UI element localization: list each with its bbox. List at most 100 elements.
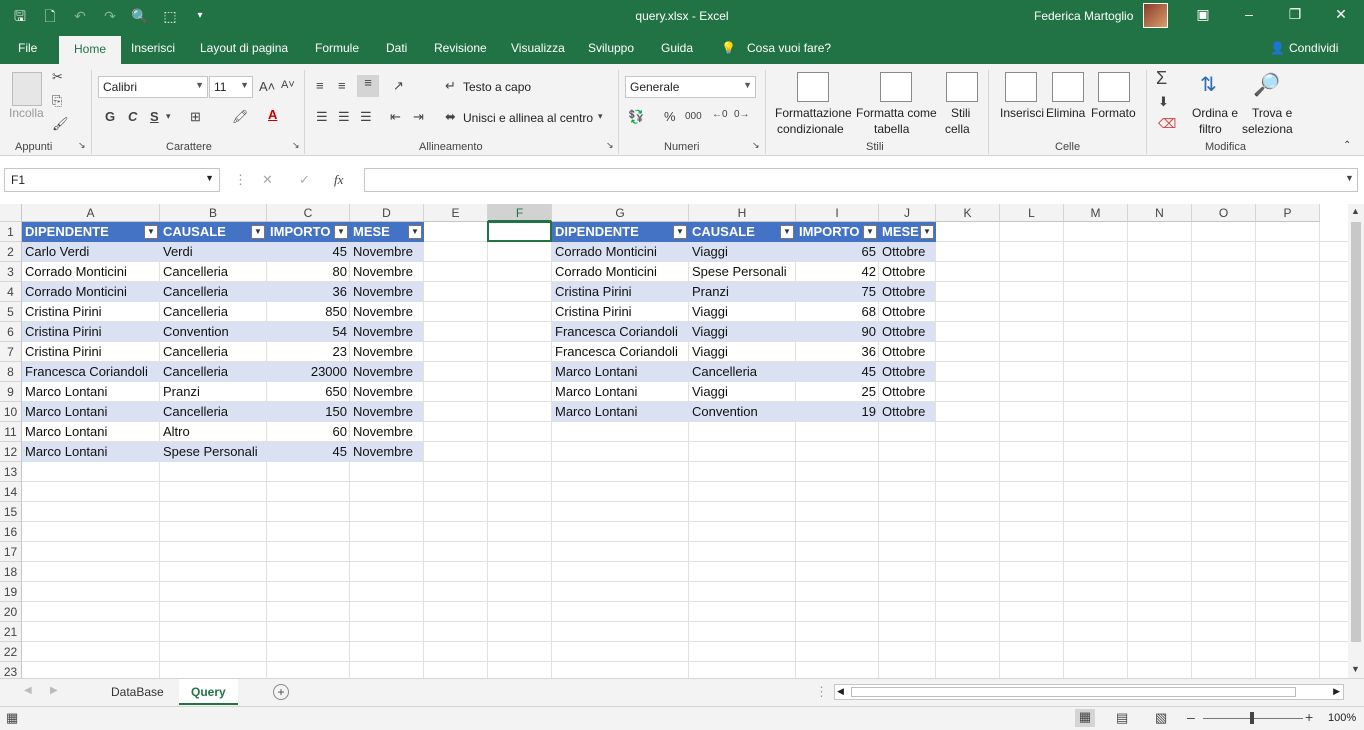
prev-sheet-icon[interactable]: ◀ <box>24 685 32 696</box>
collapse-ribbon-icon[interactable]: ⌃ <box>1343 140 1351 151</box>
table-cell[interactable]: 80 <box>267 262 350 282</box>
table-cell[interactable]: Novembre <box>350 322 424 342</box>
tab-file[interactable]: File <box>18 41 37 55</box>
table-cell[interactable]: Novembre <box>350 402 424 422</box>
copy-icon[interactable]: ⎘ <box>52 93 62 109</box>
row-header-19[interactable]: 19 <box>0 582 22 602</box>
font-color-icon[interactable]: A <box>268 107 277 122</box>
decrease-font-icon[interactable]: A˅ <box>281 79 295 91</box>
align-right-icon[interactable]: ☰ <box>360 109 372 125</box>
table-cell[interactable]: 150 <box>267 402 350 422</box>
table-cell[interactable]: Ottobre <box>879 402 936 422</box>
column-header-n[interactable]: N <box>1128 204 1192 222</box>
conditional-formatting-label-1[interactable]: Formattazione <box>775 106 852 120</box>
table-cell[interactable]: Ottobre <box>879 302 936 322</box>
merge-center-icon[interactable]: ⬌ <box>445 109 456 125</box>
row-header-12[interactable]: 12 <box>0 442 22 462</box>
borders-icon[interactable]: ⊞ <box>190 109 201 125</box>
row-header-20[interactable]: 20 <box>0 602 22 622</box>
sheet-tab-query[interactable]: Query <box>179 679 238 705</box>
vertical-scrollbar[interactable]: ▲ ▼ <box>1348 204 1364 678</box>
percent-button[interactable]: % <box>664 109 676 124</box>
tell-me-search[interactable]: Cosa vuoi fare? <box>747 41 831 55</box>
bold-button[interactable]: G <box>105 109 115 124</box>
row-header-6[interactable]: 6 <box>0 322 22 342</box>
share-icon[interactable]: 👤 <box>1270 41 1285 55</box>
table-cell[interactable]: Cristina Pirini <box>552 302 689 322</box>
increase-indent-icon[interactable]: ⇥ <box>413 109 424 125</box>
cell-styles-label-2[interactable]: cella <box>945 122 970 136</box>
table-header-mese[interactable]: MESE ▼ <box>879 222 936 242</box>
ribbon-display-options-icon[interactable]: ▣ <box>1193 6 1213 23</box>
insert-function-button[interactable]: fx <box>334 172 343 188</box>
table-cell[interactable]: Convention <box>689 402 796 422</box>
delete-cells-icon[interactable] <box>1052 72 1084 102</box>
table-cell[interactable]: Marco Lontani <box>552 382 689 402</box>
table-cell[interactable]: Novembre <box>350 422 424 442</box>
tab-formulas[interactable]: Formule <box>315 41 359 55</box>
filter-dropdown-icon[interactable]: ▼ <box>920 225 934 239</box>
column-header-m[interactable]: M <box>1064 204 1128 222</box>
align-middle-icon[interactable]: ≡ <box>338 78 346 93</box>
horizontal-scrollbar[interactable]: ◀ ▶ <box>834 684 1344 700</box>
format-as-table-label-1[interactable]: Formatta come <box>856 106 937 120</box>
sort-filter-label-2[interactable]: filtro <box>1199 122 1222 136</box>
add-sheet-icon[interactable]: + <box>273 684 289 700</box>
avatar[interactable] <box>1143 3 1168 28</box>
table-cell[interactable]: Cancelleria <box>160 262 267 282</box>
row-header-15[interactable]: 15 <box>0 502 22 522</box>
format-painter-icon[interactable]: 🖌 <box>52 116 69 132</box>
align-bottom-icon[interactable]: ≡ <box>357 75 379 97</box>
table-cell[interactable]: Cancelleria <box>160 362 267 382</box>
filter-dropdown-icon[interactable]: ▼ <box>251 225 265 239</box>
share-button[interactable]: Condividi <box>1289 41 1338 55</box>
table-cell[interactable]: Novembre <box>350 302 424 322</box>
format-cells-button[interactable]: Formato <box>1091 106 1136 120</box>
row-header-1[interactable]: 1 <box>0 222 22 242</box>
chevron-down-icon[interactable]: ▾ <box>598 111 603 122</box>
zoom-out-icon[interactable]: – <box>1187 709 1195 725</box>
table-cell[interactable]: Corrado Monticini <box>22 282 160 302</box>
row-header-7[interactable]: 7 <box>0 342 22 362</box>
table-cell[interactable]: Ottobre <box>879 382 936 402</box>
table-cell[interactable]: Marco Lontani <box>552 362 689 382</box>
table-cell[interactable]: 45 <box>267 442 350 462</box>
scroll-up-icon[interactable]: ▲ <box>1351 206 1360 216</box>
row-header-21[interactable]: 21 <box>0 622 22 642</box>
find-select-label-1[interactable]: Trova e <box>1252 106 1292 120</box>
underline-options-icon[interactable]: ▾ <box>166 111 171 122</box>
table-cell[interactable]: 65 <box>796 242 879 262</box>
table-cell[interactable]: Novembre <box>350 362 424 382</box>
zoom-level[interactable]: 100% <box>1328 712 1356 724</box>
table-cell[interactable]: 68 <box>796 302 879 322</box>
fill-color-icon[interactable]: 🖍 <box>232 109 249 125</box>
table-cell[interactable]: Ottobre <box>879 322 936 342</box>
table-cell[interactable]: Novembre <box>350 442 424 462</box>
increase-decimal-icon[interactable]: ←0 <box>712 109 728 120</box>
table-header-importo[interactable]: IMPORTO ▼ <box>796 222 879 242</box>
table-cell[interactable]: Corrado Monticini <box>552 242 689 262</box>
sort-filter-icon[interactable]: ⇅ <box>1200 72 1232 102</box>
thousands-button[interactable]: 000 <box>685 111 702 122</box>
tab-data[interactable]: Dati <box>386 41 407 55</box>
increase-font-icon[interactable]: A˄ <box>259 79 275 94</box>
tab-view[interactable]: Visualizza <box>511 41 565 55</box>
orientation-icon[interactable]: ↗ <box>393 78 404 94</box>
tab-insert[interactable]: Inserisci <box>131 41 175 55</box>
clear-icon[interactable]: ⌫ <box>1158 116 1176 132</box>
formula-input[interactable] <box>364 168 1358 192</box>
row-header-16[interactable]: 16 <box>0 522 22 542</box>
table-cell[interactable]: Ottobre <box>879 282 936 302</box>
scroll-right-icon[interactable]: ▶ <box>1333 686 1340 697</box>
column-header-j[interactable]: J <box>879 204 936 222</box>
cell-styles-label-1[interactable]: Stili <box>951 106 970 120</box>
tab-page-layout[interactable]: Layout di pagina <box>200 41 288 55</box>
decrease-decimal-icon[interactable]: 0→ <box>734 109 750 120</box>
column-header-p[interactable]: P <box>1256 204 1320 222</box>
conditional-formatting-label-2[interactable]: condizionale <box>777 122 844 136</box>
table-cell[interactable]: Convention <box>160 322 267 342</box>
underline-button[interactable]: S <box>150 109 159 124</box>
table-cell[interactable]: Viaggi <box>689 242 796 262</box>
merge-center-button[interactable]: Unisci e allinea al centro <box>463 111 593 125</box>
table-cell[interactable]: 42 <box>796 262 879 282</box>
